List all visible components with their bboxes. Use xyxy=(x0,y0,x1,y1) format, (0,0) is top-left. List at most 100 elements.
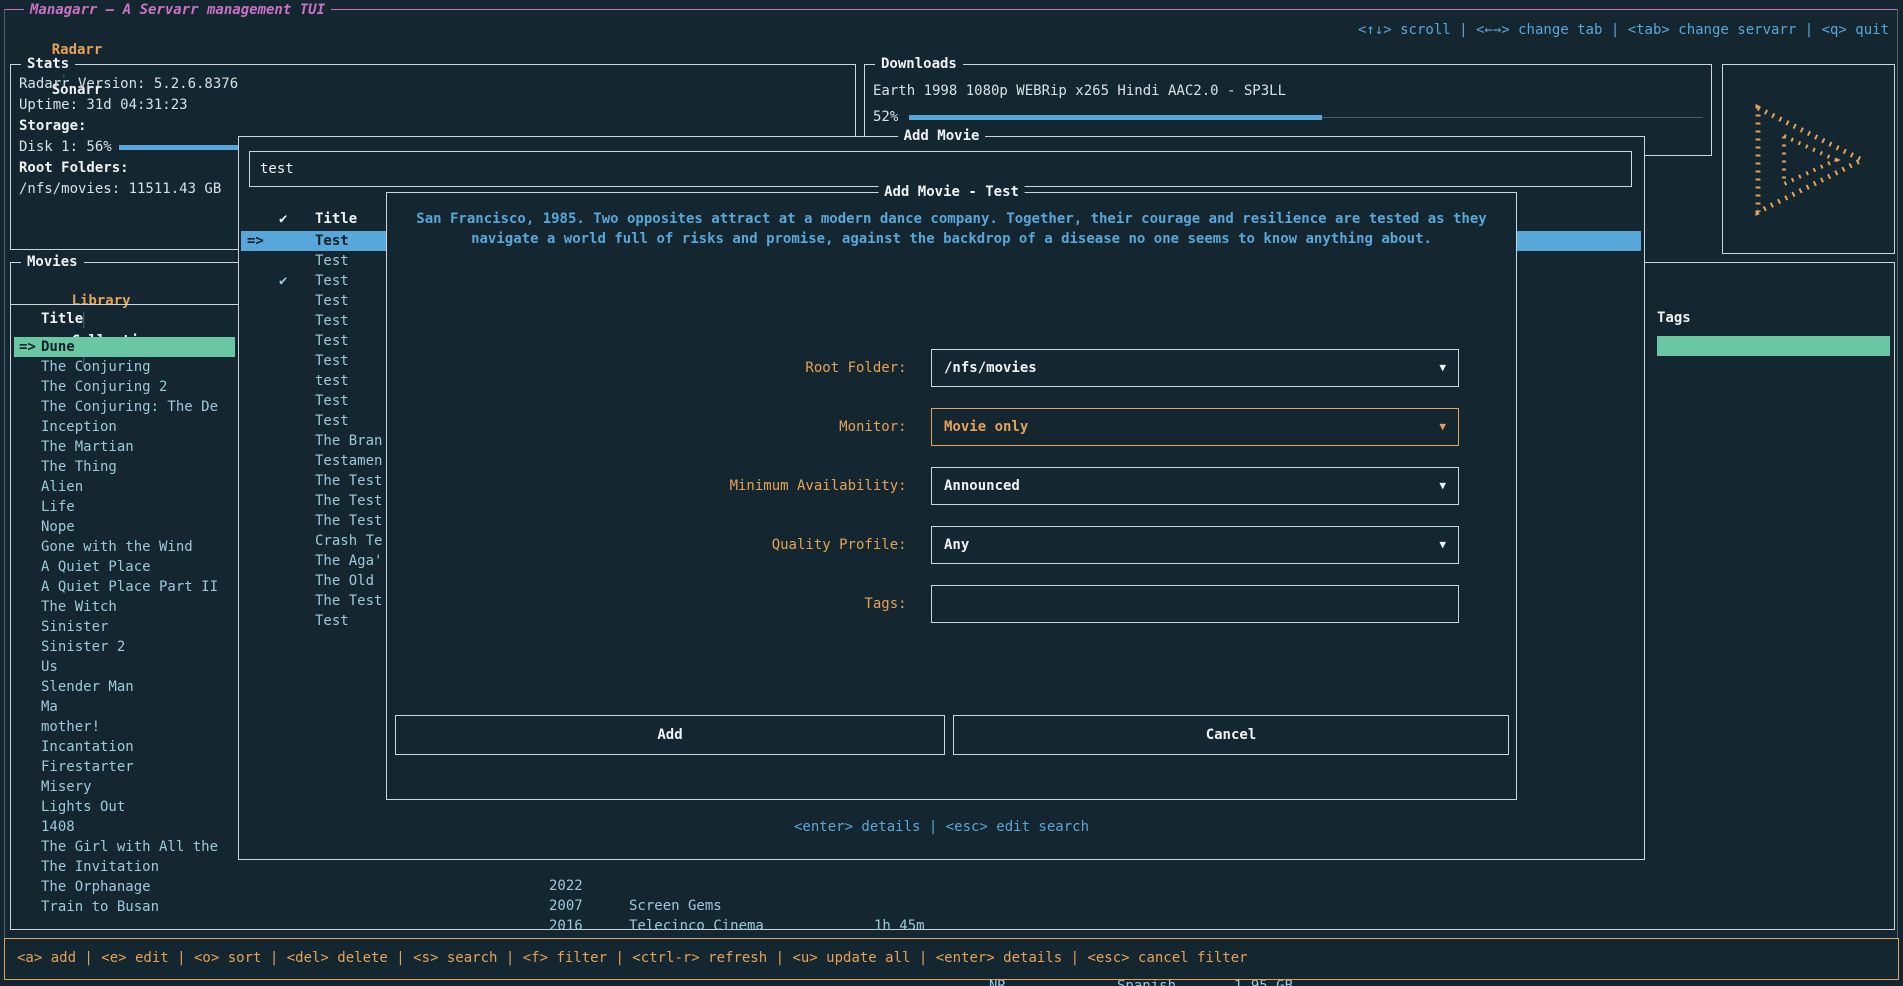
result-title: test xyxy=(315,371,349,391)
movie-title: Ma xyxy=(41,699,58,715)
checkmark-icon: ✔ xyxy=(279,271,287,291)
movie-title: A Quiet Place Part II xyxy=(41,579,218,595)
movie-list-item[interactable]: Alien xyxy=(14,477,235,497)
movie-list-item[interactable]: The Conjuring: The De xyxy=(14,397,235,417)
result-title: Test xyxy=(315,291,349,311)
movie-list-item[interactable]: Sinister 2 xyxy=(14,637,235,657)
movie-title: Life xyxy=(41,499,75,515)
result-title: Crash Te xyxy=(315,531,382,551)
movie-list-item[interactable]: A Quiet Place Part II xyxy=(14,577,235,597)
movie-list-item[interactable]: Life xyxy=(14,497,235,517)
app-title: Managarr — A Servarr management TUI xyxy=(24,0,331,20)
download-percent-label: 52% xyxy=(873,107,898,127)
monitor-value: Movie only xyxy=(944,409,1028,445)
movie-list-item[interactable]: A Quiet Place xyxy=(14,557,235,577)
tabbar-separator xyxy=(11,304,239,305)
quality-profile-select[interactable]: Any ▼ xyxy=(931,526,1459,564)
movie-table-row[interactable]: 2016 Next Entertainment World 1h 58m NR … xyxy=(0,896,1903,916)
movie-list-item[interactable]: Inception xyxy=(14,417,235,437)
uptime-text: Uptime: 31d 04:31:23 xyxy=(19,95,188,115)
movie-list-item[interactable]: Incantation xyxy=(14,737,235,757)
movie-list-item[interactable]: The Conjuring xyxy=(14,357,235,377)
monitor-select[interactable]: Movie only ▼ xyxy=(931,408,1459,446)
movie-title: Lights Out xyxy=(41,799,125,815)
movie-list-item[interactable]: =>Dune xyxy=(14,337,235,357)
movies-panel-title: Movies xyxy=(21,252,84,272)
minimum-availability-select[interactable]: Announced ▼ xyxy=(931,467,1459,505)
movie-list-item[interactable]: Slender Man xyxy=(14,677,235,697)
movie-title: Gone with the Wind xyxy=(41,539,193,555)
movie-title: mother! xyxy=(41,719,100,735)
movie-list-item[interactable]: The Martian xyxy=(14,437,235,457)
movie-list: =>Dune The Conjuring The Conjuring 2 The… xyxy=(14,337,235,917)
result-title: The Old xyxy=(315,571,374,591)
movie-list-item[interactable]: Us xyxy=(14,657,235,677)
movie-title: Nope xyxy=(41,519,75,535)
minimum-availability-label: Minimum Availability: xyxy=(387,467,915,505)
stats-panel-title: Stats xyxy=(21,54,75,74)
tags-input[interactable] xyxy=(932,586,1458,622)
movie-list-item[interactable]: Ma xyxy=(14,697,235,717)
result-title: The Bran xyxy=(315,431,382,451)
result-title: Test xyxy=(315,411,349,431)
root-folder-usage: /nfs/movies: 11511.43 GB xyxy=(19,179,221,199)
cancel-button[interactable]: Cancel xyxy=(953,715,1509,755)
monitor-label: Monitor: xyxy=(387,408,915,446)
tags-input-box xyxy=(931,585,1459,623)
result-title: Test xyxy=(315,611,349,631)
movie-list-item[interactable]: Sinister xyxy=(14,617,235,637)
chevron-down-icon: ▼ xyxy=(1439,468,1446,504)
result-title: The Test xyxy=(315,511,382,531)
radarr-version-text: Radarr Version: 5.2.6.8376 xyxy=(19,74,238,94)
movie-overview-text: San Francisco, 1985. Two opposites attra… xyxy=(412,209,1492,249)
movie-list-item[interactable]: Gone with the Wind xyxy=(14,537,235,557)
tags-label: Tags: xyxy=(387,585,915,623)
movie-year: 2016 xyxy=(549,916,583,936)
movie-title: Incantation xyxy=(41,739,134,755)
movie-list-item[interactable]: The Girl with All the xyxy=(14,837,235,857)
bottom-keybind-help: <a> add | <e> edit | <o> sort | <del> de… xyxy=(17,948,1248,968)
root-folder-select[interactable]: /nfs/movies ▼ xyxy=(931,349,1459,387)
movie-list-item[interactable]: Firestarter xyxy=(14,757,235,777)
add-movie-title: Add Movie xyxy=(898,126,986,146)
quality-profile-label: Quality Profile: xyxy=(387,526,915,564)
movie-list-item[interactable]: The Conjuring 2 xyxy=(14,377,235,397)
movie-title: Inception xyxy=(41,419,117,435)
managarr-play-logo-icon xyxy=(1744,100,1874,220)
movie-list-item[interactable]: mother! xyxy=(14,717,235,737)
movie-list-item[interactable]: The Thing xyxy=(14,457,235,477)
result-title: The Test xyxy=(315,471,382,491)
movie-title: Us xyxy=(41,659,58,675)
result-title: The Test xyxy=(315,491,382,511)
download-gauge-track xyxy=(1322,117,1703,118)
result-title: The Aga' xyxy=(315,551,382,571)
movie-list-item[interactable]: Lights Out xyxy=(14,797,235,817)
movie-table-row[interactable]: 2007 Telecinco Cinema 1h 45m R Spanish 0… xyxy=(0,876,1903,896)
movie-title: The Girl with All the xyxy=(41,839,218,855)
checkmark-column-header: ✔ xyxy=(279,209,287,229)
add-button[interactable]: Add xyxy=(395,715,945,755)
root-folder-label: Root Folder: xyxy=(387,349,915,387)
movie-list-item[interactable]: 1408 xyxy=(14,817,235,837)
result-title: Testamen xyxy=(315,451,382,471)
selection-arrow-icon: => xyxy=(19,337,36,357)
downloads-panel-title: Downloads xyxy=(875,54,963,74)
movie-title: The Thing xyxy=(41,459,117,475)
movie-list-item[interactable]: The Witch xyxy=(14,597,235,617)
add-movie-details-modal: Add Movie - Test San Francisco, 1985. Tw… xyxy=(386,192,1517,800)
movie-list-item[interactable]: Misery xyxy=(14,777,235,797)
storage-heading: Storage: xyxy=(19,116,86,136)
add-movie-search-input[interactable] xyxy=(250,152,1631,186)
managarr-app: Managarr — A Servarr management TUI Rada… xyxy=(0,0,1903,986)
chevron-down-icon: ▼ xyxy=(1439,409,1446,445)
tab-library[interactable]: Library xyxy=(72,293,131,309)
movie-title: Sinister xyxy=(41,619,108,635)
selection-arrow-icon: => xyxy=(247,231,264,251)
movie-title: The Conjuring: The De xyxy=(41,399,218,415)
result-title: Test xyxy=(315,351,349,371)
download-gauge xyxy=(909,107,1703,127)
movie-list-item[interactable]: Nope xyxy=(14,517,235,537)
movies-title-column-header: Title xyxy=(41,309,83,329)
movie-title: Alien xyxy=(41,479,83,495)
root-folder-value: /nfs/movies xyxy=(944,350,1037,386)
